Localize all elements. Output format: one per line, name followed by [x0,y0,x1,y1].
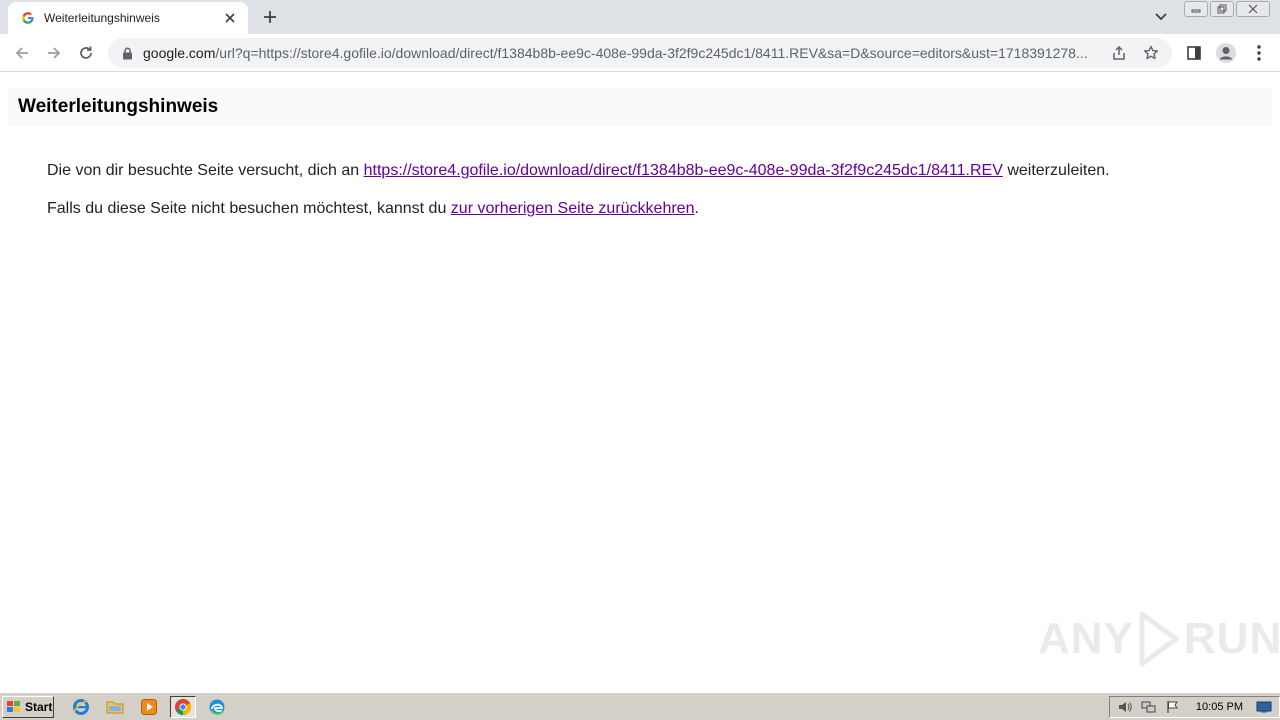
lock-icon[interactable] [120,46,134,60]
reload-icon [80,46,92,59]
media-player-icon[interactable] [136,696,162,718]
kebab-menu-icon [1257,45,1261,61]
address-bar[interactable]: google.com/url?q=https://store4.gofile.i… [108,38,1172,68]
watermark-text-left: ANY [1038,614,1134,663]
windows-logo-icon [7,700,20,712]
redirect-text-before: Die von dir besuchte Seite versucht, dic… [47,162,364,179]
back-button[interactable] [9,40,35,66]
close-icon [1248,4,1258,14]
taskbar: Start 10:05 PM [0,692,1280,720]
go-back-link[interactable]: zur vorherigen Seite zurückkehren [451,200,695,217]
start-label: Start [25,699,53,714]
arrow-right-icon [48,47,61,59]
google-favicon-icon [20,10,36,26]
window-controls [1184,1,1270,17]
menu-button[interactable] [1246,40,1272,66]
side-panel-icon [1187,46,1201,60]
watermark-text-right: RUN [1183,614,1280,663]
start-button[interactable]: Start [2,695,54,718]
redirect-paragraph: Die von dir besuchte Seite versucht, dic… [47,162,1110,180]
tab-title: Weiterleitungshinweis [44,11,160,25]
minimize-button[interactable] [1184,1,1208,17]
redirect-text-after: weiterzuleiten. [1002,162,1110,179]
taskbar-clock[interactable]: 10:05 PM [1196,701,1243,713]
reload-button[interactable] [73,40,99,66]
avatar-icon [1216,43,1236,63]
anyrun-watermark: ANY RUN [1038,610,1280,668]
new-tab-button[interactable] [258,5,282,29]
window-close-button[interactable] [1236,1,1270,17]
page-header: Weiterleitungshinweis [8,88,1272,126]
url-host: google.com [143,45,216,61]
side-panel-button[interactable] [1181,40,1207,66]
restore-button[interactable] [1210,1,1234,17]
edge-icon[interactable] [204,696,230,718]
share-icon[interactable] [1106,40,1132,66]
forward-button[interactable] [41,40,67,66]
tab-strip: Weiterleitungshinweis [0,0,1280,34]
back-text-before: Falls du diese Seite nicht besuchen möch… [47,200,451,217]
system-tray: 10:05 PM [1108,696,1280,718]
internet-explorer-icon[interactable] [68,696,94,718]
bookmark-star-icon[interactable] [1138,40,1164,66]
arrow-left-icon [15,47,28,59]
url-text: google.com/url?q=https://store4.gofile.i… [143,45,1100,61]
url-path: /url?q=https://store4.gofile.io/download… [215,45,1088,61]
network-icon[interactable] [1140,698,1158,716]
chrome-taskbar-icon[interactable] [170,695,196,718]
restore-icon [1217,4,1227,14]
volume-icon[interactable] [1116,698,1134,716]
page-title: Weiterleitungshinweis [18,96,219,117]
back-text-after: . [694,200,699,217]
page-content: Weiterleitungshinweis Die von dir besuch… [0,72,1280,692]
chevron-down-icon [1155,13,1167,21]
file-explorer-icon[interactable] [102,696,128,718]
active-tab[interactable]: Weiterleitungshinweis [8,2,248,34]
tab-search-button[interactable] [1150,6,1172,28]
profile-button[interactable] [1213,40,1239,66]
browser-toolbar: google.com/url?q=https://store4.gofile.i… [0,34,1280,72]
plus-icon [264,11,276,23]
minimize-icon [1191,9,1201,13]
back-paragraph: Falls du diese Seite nicht besuchen möch… [47,200,699,218]
show-desktop-icon[interactable] [1255,698,1273,716]
action-center-flag-icon[interactable] [1164,698,1182,716]
redirect-target-link[interactable]: https://store4.gofile.io/download/direct… [364,162,1003,179]
quick-launch [68,695,230,718]
play-triangle-icon [1139,611,1179,667]
tab-close-icon[interactable] [222,10,238,26]
